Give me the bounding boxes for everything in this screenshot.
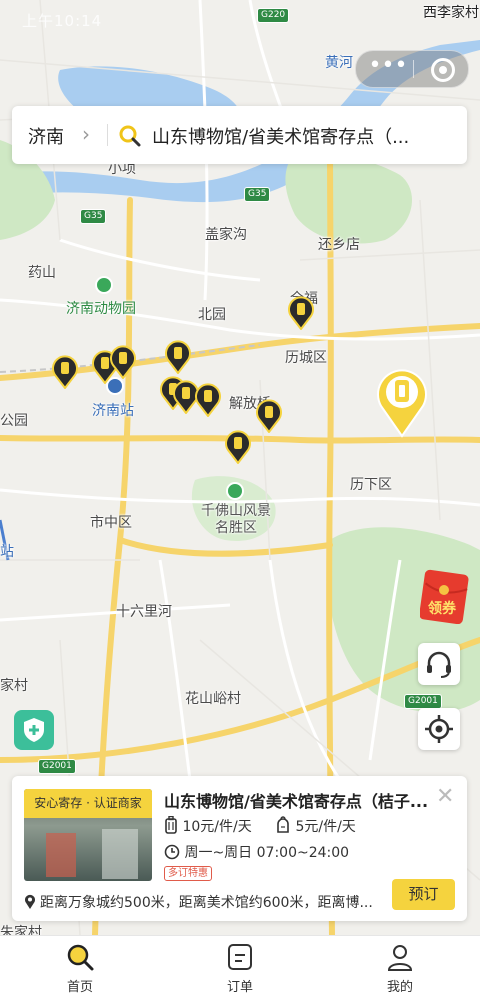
backpack-icon <box>277 816 289 833</box>
map-label-zhujiacun: 朱家村 <box>0 925 42 935</box>
storage-pin-9[interactable] <box>256 399 282 433</box>
map-label-village-left: 家村 <box>0 678 28 694</box>
user-icon <box>387 945 413 971</box>
chevron-right-icon: › <box>82 122 90 146</box>
status-bar: 上午10:14 <box>0 0 480 34</box>
price-small: 5元/件/天 <box>295 819 356 835</box>
search-query[interactable]: 山东博物馆/省美术馆寄存点（... <box>152 123 452 149</box>
safety-button[interactable] <box>14 710 54 750</box>
city-selector[interactable]: 济南 <box>28 123 64 149</box>
photo-detail <box>46 833 76 877</box>
map-label-shiliulihe: 十六里河 <box>116 604 172 620</box>
map-label-shizhongqu: 市中区 <box>90 515 132 531</box>
shield-plus-icon <box>24 718 44 742</box>
scenic-icon <box>226 482 244 500</box>
search-bar[interactable]: 济南 › 山东博物馆/省美术馆寄存点（... <box>12 106 467 164</box>
selected-storage-pin[interactable] <box>376 366 428 438</box>
coupon-label: 领券 <box>428 601 456 617</box>
store-photo: 安心寄存 · 认证商家 <box>24 789 152 881</box>
map-label-yaoshan: 药山 <box>28 265 56 281</box>
tab-home-label: 首页 <box>66 980 93 995</box>
tab-profile-label: 我的 <box>386 980 413 995</box>
price-small-row: 5元/件/天 <box>275 816 356 836</box>
map-label-park: 公园 <box>0 413 28 429</box>
hours-row: 周一~周日 07:00~24:00 <box>164 842 349 862</box>
luggage-icon <box>165 815 177 834</box>
promo-tag: 多订特惠 <box>164 866 212 881</box>
clock-icon <box>164 844 180 860</box>
tab-orders[interactable]: 订单 <box>190 936 290 1000</box>
bottom-tab-bar: 首页 订单 我的 <box>0 935 480 1000</box>
search-divider <box>107 124 108 146</box>
storage-pin-5[interactable] <box>288 296 314 330</box>
road-shield-g35-west: G35 <box>80 209 107 224</box>
map-label-huanxiangdian: 还乡店 <box>318 237 360 253</box>
map-label-qianfoshan: 千佛山风景名胜区 <box>201 503 271 536</box>
tab-orders-label: 订单 <box>226 980 253 995</box>
map-label-station: 济南站 <box>92 403 134 419</box>
customer-service-button[interactable] <box>418 643 460 685</box>
map-label-lichengqu: 历城区 <box>285 350 327 366</box>
storage-pin-10[interactable] <box>225 430 251 464</box>
opening-hours: 周一~周日 07:00~24:00 <box>184 845 350 861</box>
store-title: 山东博物馆/省美术馆寄存点（桔子... <box>164 792 429 811</box>
book-button[interactable]: 预订 <box>392 879 455 910</box>
close-icon[interactable]: ✕ <box>436 784 454 809</box>
distance-text: 距离万象城约500米，距离美术馆约600米，距离博... <box>40 895 373 911</box>
map-label-zoo: 济南动物园 <box>66 301 136 317</box>
price-large: 10元/件/天 <box>182 819 252 835</box>
zoo-icon <box>95 276 113 294</box>
status-time: 上午10:14 <box>22 12 103 30</box>
crosshair-icon <box>425 715 453 743</box>
map-label-lixiaqu: 历下区 <box>350 477 392 493</box>
map-label-huashanyu: 花山峪村 <box>185 691 241 707</box>
more-icon[interactable]: ••• <box>368 55 408 83</box>
location-pin-icon <box>25 894 35 909</box>
locate-me-button[interactable] <box>418 708 460 750</box>
capsule-divider <box>413 60 414 78</box>
tab-profile[interactable]: 我的 <box>350 936 450 1000</box>
order-icon <box>228 944 252 970</box>
photo-detail-2 <box>102 829 138 879</box>
coupon-button[interactable]: 领券 <box>419 568 470 625</box>
storage-pin-3[interactable] <box>110 345 136 379</box>
mini-program-capsule: ••• <box>355 50 469 88</box>
home-search-icon <box>67 944 94 971</box>
close-mini-program-icon[interactable] <box>431 58 455 82</box>
storage-pin-4[interactable] <box>165 340 191 374</box>
store-card[interactable]: 安心寄存 · 认证商家 山东博物馆/省美术馆寄存点（桔子... ✕ 10元/件/… <box>12 776 467 921</box>
storage-pin-8[interactable] <box>195 383 221 417</box>
map-label-huanghe: 黄河 <box>325 55 353 71</box>
map-label-beiyuan: 北园 <box>198 307 226 323</box>
headset-icon <box>427 651 451 678</box>
tab-home[interactable]: 首页 <box>30 936 130 1000</box>
road-shield-g35: G35 <box>244 187 271 202</box>
price-large-row: 10元/件/天 <box>164 815 252 836</box>
certified-badge: 安心寄存 · 认证商家 <box>24 789 152 818</box>
map-label-gaijiagou: 盖家沟 <box>205 227 247 243</box>
storage-pin-1[interactable] <box>52 355 78 389</box>
road-shield-g2001-west: G2001 <box>38 759 76 774</box>
map-label-zhan: 站 <box>0 544 14 560</box>
search-icon <box>119 125 141 147</box>
road-shield-g2001-east: G2001 <box>404 694 442 709</box>
